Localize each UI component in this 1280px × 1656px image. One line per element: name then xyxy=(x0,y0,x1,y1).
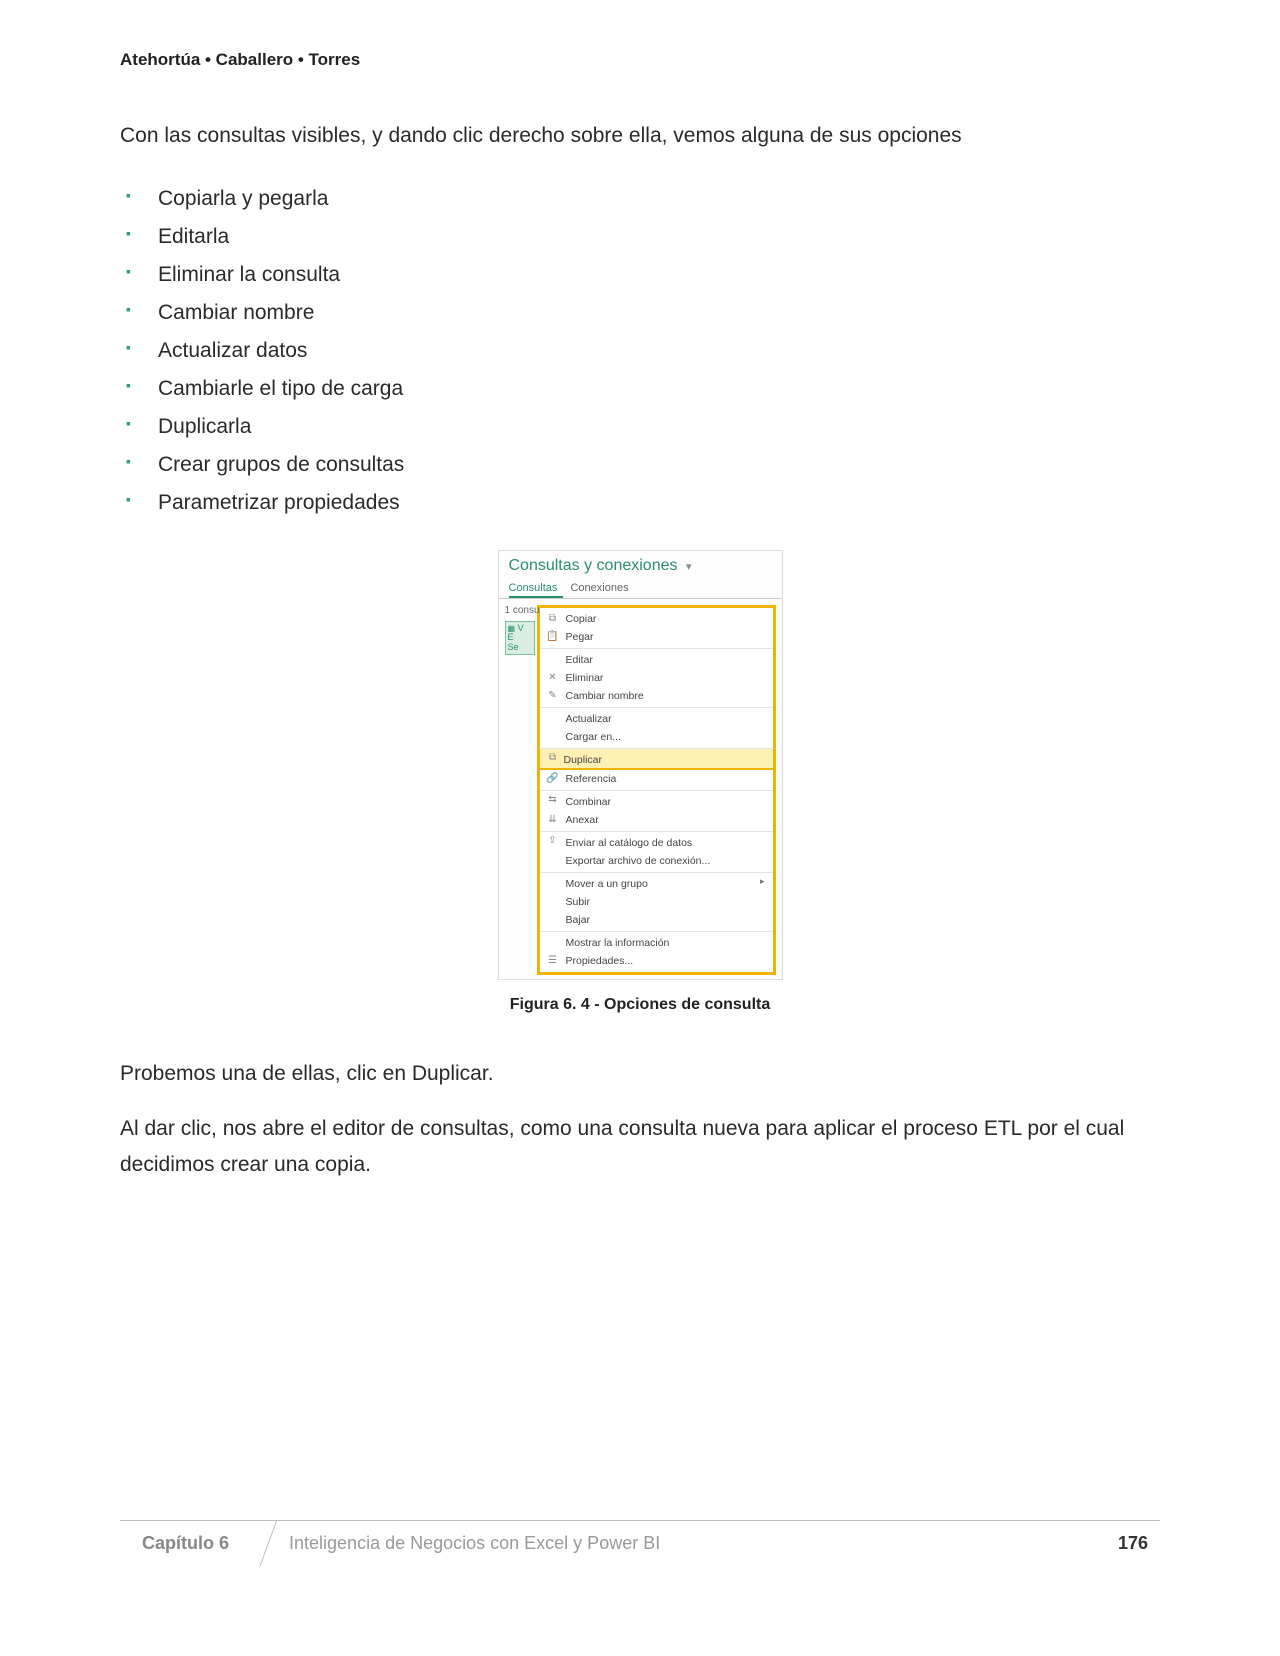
paste-icon: 📋 xyxy=(546,631,560,645)
reference-icon: 🔗 xyxy=(546,773,560,787)
send-icon: ⇪ xyxy=(546,835,560,849)
list-item: Eliminar la consulta xyxy=(158,256,1160,294)
footer-page-number: 176 xyxy=(1106,1521,1160,1566)
panel-body: 1 consu ▦ V E Se ⧉ Copiar 📋 Pegar Editar ✕… xyxy=(499,599,782,979)
panel-tabs: Consultas Conexiones xyxy=(499,579,782,599)
panel-title-text: Consultas y conexiones xyxy=(509,557,678,574)
context-menu-highlight-box: ⧉ Copiar 📋 Pegar Editar ✕ Eliminar ✎ Cambiar… xyxy=(537,605,776,975)
menu-label: Eliminar xyxy=(566,672,604,684)
query-count-label: 1 consu xyxy=(505,605,540,616)
menu-label: Pegar xyxy=(566,631,594,643)
menu-label: Cargar en... xyxy=(566,731,621,743)
menu-label: Propiedades... xyxy=(566,955,634,967)
menu-item-eliminar[interactable]: ✕ Eliminar xyxy=(540,669,773,687)
menu-label: Editar xyxy=(566,654,593,666)
list-item: Copiarla y pegarla xyxy=(158,180,1160,218)
menu-item-exportar[interactable]: Exportar archivo de conexión... xyxy=(540,852,773,870)
figure-caption: Figura 6. 4 - Opciones de consulta xyxy=(120,996,1160,1014)
menu-label: Mostrar la información xyxy=(566,937,670,949)
query-item-line2: Se xyxy=(508,642,519,652)
intro-paragraph: Con las consultas visibles, y dando clic… xyxy=(120,120,1160,152)
chevron-down-icon: ▾ xyxy=(686,561,692,573)
menu-label: Actualizar xyxy=(566,713,612,725)
paragraph: Al dar clic, nos abre el editor de consu… xyxy=(120,1111,1160,1182)
menu-label: Subir xyxy=(566,896,591,908)
list-item: Actualizar datos xyxy=(158,332,1160,370)
list-item: Cambiarle el tipo de carga xyxy=(158,370,1160,408)
footer-chapter: Capítulo 6 xyxy=(120,1521,269,1566)
menu-item-cambiar-nombre[interactable]: ✎ Cambiar nombre xyxy=(540,687,773,705)
options-list: Copiarla y pegarla Editarla Eliminar la … xyxy=(158,180,1160,522)
list-item: Editarla xyxy=(158,218,1160,256)
delete-icon: ✕ xyxy=(546,672,560,686)
panel-title: Consultas y conexiones ▾ xyxy=(499,551,782,579)
menu-item-duplicar[interactable]: ⧉ Duplicar xyxy=(538,748,775,770)
menu-label: Bajar xyxy=(566,914,591,926)
menu-item-mostrar-info[interactable]: Mostrar la información xyxy=(540,931,773,952)
menu-item-cargar-en[interactable]: Cargar en... xyxy=(540,728,773,746)
menu-label: Enviar al catálogo de datos xyxy=(566,837,693,849)
menu-label: Referencia xyxy=(566,773,617,785)
queries-panel: Consultas y conexiones ▾ Consultas Conex… xyxy=(498,550,783,980)
merge-icon: ⇆ xyxy=(546,794,560,808)
document-page: Atehortúa • Caballero • Torres Con las c… xyxy=(0,0,1280,1656)
menu-item-copiar[interactable]: ⧉ Copiar xyxy=(540,610,773,628)
menu-item-subir[interactable]: Subir xyxy=(540,893,773,911)
figure-wrap: Consultas y conexiones ▾ Consultas Conex… xyxy=(120,550,1160,1014)
menu-item-referencia[interactable]: 🔗 Referencia xyxy=(540,770,773,788)
tab-consultas[interactable]: Consultas xyxy=(509,579,564,598)
list-item: Cambiar nombre xyxy=(158,294,1160,332)
page-footer: Capítulo 6 Inteligencia de Negocios con … xyxy=(120,1520,1160,1566)
menu-item-propiedades[interactable]: ☰ Propiedades... xyxy=(540,952,773,970)
list-item: Crear grupos de consultas xyxy=(158,446,1160,484)
menu-item-editar[interactable]: Editar xyxy=(540,648,773,669)
menu-label: Exportar archivo de conexión... xyxy=(566,855,711,867)
paragraph: Probemos una de ellas, clic en Duplicar. xyxy=(120,1056,1160,1092)
list-item: Parametrizar propiedades xyxy=(158,484,1160,522)
menu-item-pegar[interactable]: 📋 Pegar xyxy=(540,628,773,646)
authors-header: Atehortúa • Caballero • Torres xyxy=(120,50,1160,70)
rename-icon: ✎ xyxy=(546,690,560,704)
query-item-selected[interactable]: ▦ V E Se xyxy=(505,621,535,655)
menu-item-bajar[interactable]: Bajar xyxy=(540,911,773,929)
menu-label: Anexar xyxy=(566,814,599,826)
menu-label: Duplicar xyxy=(564,754,603,766)
menu-label: Cambiar nombre xyxy=(566,690,644,702)
menu-item-enviar-catalogo[interactable]: ⇪ Enviar al catálogo de datos xyxy=(540,831,773,852)
menu-item-mover-grupo[interactable]: Mover a un grupo ▸ xyxy=(540,872,773,893)
table-icon: ▦ xyxy=(508,624,516,633)
copy-icon: ⧉ xyxy=(546,613,560,627)
list-item: Duplicarla xyxy=(158,408,1160,446)
menu-label: Combinar xyxy=(566,796,612,808)
footer-book-title: Inteligencia de Negocios con Excel y Pow… xyxy=(269,1521,1106,1566)
append-icon: ⇊ xyxy=(546,814,560,828)
context-menu: ⧉ Copiar 📋 Pegar Editar ✕ Eliminar ✎ Cambiar… xyxy=(540,608,773,972)
menu-item-actualizar[interactable]: Actualizar xyxy=(540,707,773,728)
submenu-arrow-icon: ▸ xyxy=(760,876,765,887)
tab-conexiones[interactable]: Conexiones xyxy=(570,579,634,597)
menu-item-anexar[interactable]: ⇊ Anexar xyxy=(540,811,773,829)
duplicate-icon: ⧉ xyxy=(546,752,560,766)
menu-item-combinar[interactable]: ⇆ Combinar xyxy=(540,790,773,811)
menu-label: Mover a un grupo xyxy=(566,878,648,890)
properties-icon: ☰ xyxy=(546,955,560,969)
menu-label: Copiar xyxy=(566,613,597,625)
